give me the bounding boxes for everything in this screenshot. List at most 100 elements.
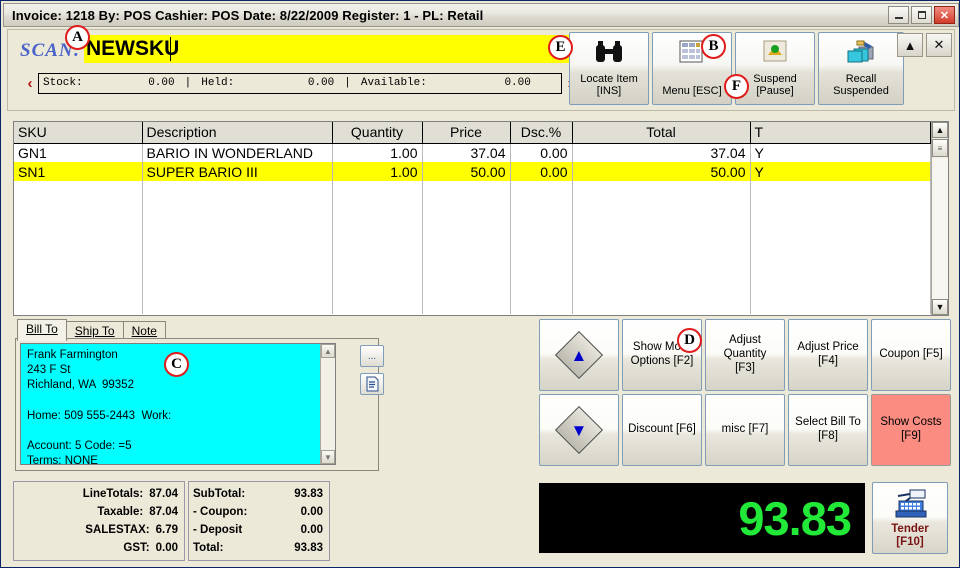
tender-label: Tender [F10] [891, 522, 929, 548]
empty-row [14, 238, 931, 257]
taxable-value: 87.04 [149, 506, 178, 518]
annotation-marker-b: B [701, 34, 726, 59]
table-header-row: SKU Description Quantity Price Dsc.% Tot… [14, 122, 931, 144]
customer-document-button[interactable] [360, 373, 384, 395]
empty-row [14, 219, 931, 238]
annotation-marker-e: E [548, 35, 573, 60]
column-header-price[interactable]: Price [422, 122, 511, 144]
collapse-panel-button[interactable]: ▲ [897, 33, 923, 57]
scroll-down-item-button[interactable]: ▼ [539, 394, 619, 466]
amount-display: 93.83 [539, 483, 865, 553]
column-header-description[interactable]: Description [142, 122, 333, 144]
empty-row [14, 181, 931, 200]
discount-button[interactable]: Discount [F6] [622, 394, 702, 466]
binoculars-icon [596, 41, 622, 62]
prev-item-arrow[interactable]: ‹ [22, 75, 38, 92]
recall-screens-icon [847, 40, 874, 63]
column-header-discount[interactable]: Dsc.% [510, 122, 573, 144]
close-panel-button[interactable]: ✕ [926, 33, 952, 57]
browse-customer-button[interactable]: ... [360, 345, 384, 367]
table-row[interactable]: GN1 BARIO IN WONDERLAND 1.00 37.04 0.00 … [14, 143, 931, 162]
scroll-up-item-button[interactable]: ▲ [539, 319, 619, 391]
grid-vertical-scrollbar[interactable]: ▲ ≡ ▼ [931, 122, 948, 315]
stock-separator-1: | [184, 77, 192, 89]
totals-left-block: LineTotals: 87.04 Taxable: 87.04 SALESTA… [13, 481, 185, 561]
tab-note-label: Note [131, 324, 157, 338]
tab-bill-to[interactable]: Bill To [17, 319, 67, 341]
sku-input[interactable]: NEWSKU [84, 35, 576, 63]
coupon-total-label: - Coupon: [193, 506, 248, 518]
coupon-label: Coupon [F5] [879, 348, 943, 361]
column-header-quantity[interactable]: Quantity [332, 122, 423, 144]
column-header-total[interactable]: Total [572, 122, 751, 144]
action-button-grid: ▲ Show More Options [F2] Adjust Quantity… [539, 319, 951, 466]
stock-info-box: Stock: 0.00 | Held: 0.00 | Available: 0.… [38, 72, 562, 94]
cell-sku: SN1 [14, 162, 143, 181]
cell-taxable: Y [750, 143, 931, 162]
maximize-button[interactable] [911, 6, 932, 24]
tender-button[interactable]: Tender [F10] [872, 482, 948, 554]
total-row-gst: GST: 0.00 [18, 539, 178, 557]
up-arrow-diamond-icon: ▲ [554, 330, 604, 380]
adjust-quantity-button[interactable]: Adjust Quantity [F3] [705, 319, 785, 391]
cell-discount: 0.00 [510, 162, 573, 181]
annotation-marker-f: F [724, 74, 749, 99]
available-label: Available: [360, 77, 427, 89]
stock-label: Stock: [43, 77, 83, 89]
title-bar: Invoice: 1218 By: POS Cashier: POS Date:… [3, 3, 959, 27]
panel-window-controls: ▲ ✕ [897, 33, 952, 57]
cash-register-icon [895, 489, 927, 518]
locate-item-button[interactable]: Locate Item [INS] [569, 32, 649, 105]
close-icon: ✕ [939, 9, 950, 22]
line-items-table-container: SKU Description Quantity Price Dsc.% Tot… [14, 122, 931, 315]
customer-scroll-down-button[interactable]: ▼ [321, 450, 335, 464]
show-costs-label: Show Costs [F9] [880, 416, 942, 442]
menu-esc-label: Menu [ESC] [662, 85, 722, 98]
locate-item-label: Locate Item [INS] [580, 72, 638, 98]
scroll-down-button[interactable]: ▼ [932, 299, 948, 315]
cell-description: BARIO IN WONDERLAND [142, 143, 333, 162]
maximize-icon [917, 11, 926, 19]
select-bill-to-button[interactable]: Select Bill To [F8] [788, 394, 868, 466]
column-header-taxable[interactable]: T [750, 122, 931, 144]
tab-bill-to-label: Bill To [26, 322, 58, 336]
table-row[interactable]: SN1 SUPER BARIO III 1.00 50.00 0.00 50.0… [14, 162, 931, 181]
line-items-table: SKU Description Quantity Price Dsc.% Tot… [14, 122, 931, 314]
column-header-sku[interactable]: SKU [14, 122, 143, 144]
scrollbar-thumb[interactable]: ≡ [932, 139, 948, 157]
empty-row [14, 257, 931, 276]
total-row-taxable: Taxable: 87.04 [18, 503, 178, 521]
document-icon [366, 376, 378, 392]
window-title: Invoice: 1218 By: POS Cashier: POS Date:… [12, 7, 484, 23]
scrollbar-track[interactable] [932, 158, 948, 299]
adjust-price-button[interactable]: Adjust Price [F4] [788, 319, 868, 391]
scroll-up-button[interactable]: ▲ [932, 122, 948, 138]
stock-separator-2: | [344, 77, 351, 89]
customer-scroll-track[interactable] [321, 358, 335, 450]
customer-scrollbar[interactable]: ▲ ▼ [320, 344, 335, 464]
stock-info-row: ‹ Stock: 0.00 | Held: 0.00 | Available: … [22, 70, 578, 96]
sku-caret [170, 37, 171, 61]
gst-label: GST: [123, 542, 150, 554]
deposit-label: - Deposit [193, 524, 243, 536]
minimize-button[interactable] [888, 6, 909, 24]
cell-description: SUPER BARIO III [142, 162, 333, 181]
total-row-coupon: - Coupon: 0.00 [193, 503, 323, 521]
recall-suspended-button[interactable]: Recall Suspended [818, 32, 904, 105]
cell-price: 50.00 [422, 162, 511, 181]
show-costs-button[interactable]: Show Costs [F9] [871, 394, 951, 466]
select-bill-to-label: Select Bill To [F8] [795, 416, 861, 442]
tab-ship-to-label: Ship To [74, 324, 115, 338]
grand-total-label: Total: [193, 542, 224, 554]
stock-value: 0.00 [148, 77, 175, 89]
deposit-value: 0.00 [300, 524, 323, 536]
misc-button[interactable]: misc [F7] [705, 394, 785, 466]
line-totals-value: 87.04 [149, 488, 178, 500]
taxable-label: Taxable: [97, 506, 144, 518]
coupon-button[interactable]: Coupon [F5] [871, 319, 951, 391]
suspend-button[interactable]: Suspend [Pause] [735, 32, 815, 105]
gst-value: 0.00 [155, 542, 178, 554]
customer-scroll-up-button[interactable]: ▲ [321, 344, 335, 358]
close-button[interactable]: ✕ [934, 6, 955, 24]
cell-sku: GN1 [14, 143, 143, 162]
